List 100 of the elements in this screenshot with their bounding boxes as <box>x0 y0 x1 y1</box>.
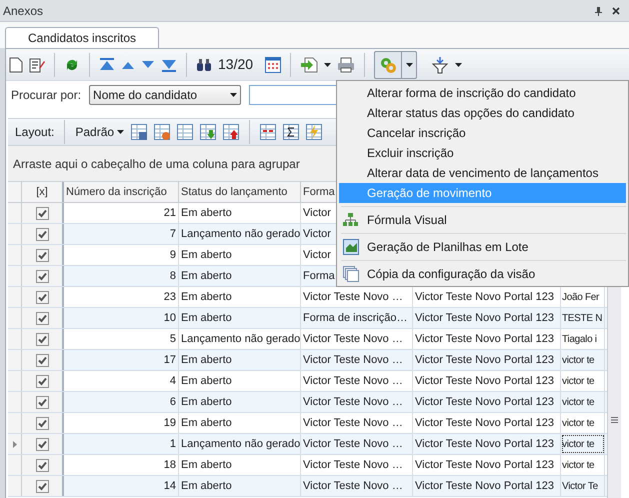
grid-layout-icon[interactable] <box>177 124 194 140</box>
table-row[interactable]: 1 Lançamento não gerado Victor Teste Novo … Victor Teste Novo Portal 123 victor te <box>8 434 607 455</box>
checkbox[interactable] <box>36 354 48 366</box>
table-cell: victor te <box>561 413 605 433</box>
table-cell: 17 <box>64 350 179 370</box>
table-cell: Victor Teste Novo … <box>301 392 413 412</box>
checkbox[interactable] <box>36 438 48 450</box>
column-header[interactable]: Status do lançamento <box>179 182 301 202</box>
lightning-icon[interactable] <box>306 124 322 140</box>
search-field-select[interactable]: Nome do candidato <box>89 85 242 105</box>
caret-icon[interactable] <box>117 130 124 134</box>
table-cell: Em aberto <box>179 266 301 286</box>
table-row[interactable]: 5 Lançamento não gerado Victor Teste Novo … Victor Teste Novo Portal 123 Tiagalo i <box>8 329 607 350</box>
table-cell: Victor Teste Novo Portal 123 <box>413 371 561 391</box>
row-indicator-cell[interactable] <box>8 476 22 496</box>
table-cell: 14 <box>64 476 179 496</box>
row-indicator-cell[interactable] <box>8 434 22 454</box>
sum-icon[interactable] <box>283 124 300 140</box>
row-indicator-cell[interactable] <box>8 392 22 412</box>
row-indicator-cell[interactable] <box>8 329 22 349</box>
new-document-icon[interactable] <box>9 56 23 72</box>
scroll-grip-icon <box>611 417 618 423</box>
checkbox[interactable] <box>36 374 48 388</box>
row-indicator-cell[interactable] <box>8 455 22 475</box>
table-cell: Victor Teste Novo Portal 123 <box>413 413 561 433</box>
checkbox[interactable] <box>36 416 48 430</box>
row-indicator-cell[interactable] <box>8 308 22 328</box>
first-record-icon[interactable] <box>99 58 115 72</box>
menu-item[interactable]: Excluir inscrição <box>339 143 626 163</box>
table-row[interactable]: 19 Em aberto Victor Teste Novo … Victor Teste Novo Portal 123 victor te <box>8 413 607 434</box>
table-cell: Victor Teste Novo … <box>301 371 413 391</box>
last-record-icon[interactable] <box>161 58 177 72</box>
previous-record-icon[interactable] <box>121 60 135 70</box>
table-cell: Lançamento não gerado <box>179 434 301 454</box>
binoculars-icon[interactable] <box>196 58 212 72</box>
column-header[interactable]: Número da inscrição <box>64 182 179 202</box>
edit-document-icon[interactable] <box>29 56 45 72</box>
table-cell: Victor Teste Novo Portal 123 <box>413 350 561 370</box>
checkbox[interactable] <box>36 206 48 220</box>
export-layout-icon[interactable] <box>223 124 240 140</box>
caret-icon[interactable] <box>455 62 462 66</box>
checkbox[interactable] <box>36 290 48 304</box>
table-cell: Victor Teste Novo … <box>301 350 413 370</box>
table-row[interactable]: 14 Em aberto Victor Teste Novo … Victor Teste Novo Portal 123 Victor Te <box>8 476 607 497</box>
checkbox[interactable] <box>36 312 48 324</box>
table-cell: victor te <box>561 392 605 412</box>
close-icon[interactable] <box>612 6 620 14</box>
table-cell: TESTE N <box>561 308 605 328</box>
caret-icon[interactable] <box>324 62 332 66</box>
grid-colors-icon[interactable] <box>265 56 282 72</box>
export-arrow-icon[interactable] <box>300 56 318 72</box>
row-indicator-cell[interactable] <box>8 224 22 244</box>
caret-icon[interactable] <box>406 62 414 66</box>
table-row[interactable]: 18 Em aberto Victor Teste Novo … Victor Teste Novo Portal 123 victor te <box>8 455 607 476</box>
table-cell: Victor Te <box>561 476 605 496</box>
table-cell: Victor Teste Novo Portal 123 <box>413 455 561 475</box>
layout-dropdown[interactable]: Padrão <box>75 123 124 141</box>
menu-item[interactable]: Cancelar inscrição <box>339 123 626 143</box>
table-cell: 10 <box>64 308 179 328</box>
gears-icon <box>379 56 398 74</box>
table-cell: Em aberto <box>179 371 301 391</box>
tab[interactable]: Candidatos inscritos <box>5 27 160 48</box>
spreadsheet-icon <box>343 239 359 255</box>
checkbox[interactable] <box>36 248 48 262</box>
row-indicator-cell[interactable] <box>8 245 22 265</box>
table-row[interactable]: 17 Em aberto Victor Teste Novo … Victor Teste Novo Portal 123 victor te <box>8 350 607 371</box>
checkbox[interactable] <box>36 270 48 282</box>
checkbox[interactable] <box>36 396 48 408</box>
checkbox[interactable] <box>36 228 48 240</box>
caret-icon[interactable] <box>230 93 238 97</box>
menu-item[interactable]: Alterar status das opções do candidato <box>339 103 626 123</box>
row-indicator-cell[interactable] <box>8 203 22 223</box>
table-cell: 5 <box>64 329 179 349</box>
menu-item[interactable]: Alterar data de vencimento de lançamentos <box>339 163 626 183</box>
colored-rows-icon[interactable] <box>260 124 276 140</box>
checkbox[interactable] <box>36 332 48 346</box>
row-indicator-cell[interactable] <box>8 287 22 307</box>
table-cell: 18 <box>64 455 179 475</box>
table-row[interactable]: 6 Em aberto Victor Teste Novo … Victor Teste Novo Portal 123 victor te <box>8 392 607 413</box>
table-cell: Em aberto <box>179 350 301 370</box>
row-indicator-cell[interactable] <box>8 350 22 370</box>
table-row[interactable]: 10 Em aberto Forma de inscrição… Victor Teste Novo Portal 123 TESTE N <box>8 308 607 329</box>
next-record-icon[interactable] <box>141 60 155 70</box>
checkbox[interactable] <box>36 458 48 472</box>
table-row[interactable]: 23 Em aberto Victor Teste Novo … Victor Teste Novo Portal 123 João Fer <box>8 287 607 308</box>
checkbox[interactable] <box>36 480 48 492</box>
table-row[interactable]: 4 Em aberto Victor Teste Novo … Victor Teste Novo Portal 123 victor te <box>8 371 607 392</box>
save-layout-icon[interactable] <box>131 124 148 140</box>
row-indicator-cell[interactable] <box>8 413 22 433</box>
filter-icon[interactable] <box>431 56 450 74</box>
row-indicator-cell[interactable] <box>8 266 22 286</box>
print-icon[interactable] <box>337 56 356 72</box>
row-indicator-cell[interactable] <box>8 371 22 391</box>
delete-layout-icon[interactable] <box>154 124 170 140</box>
menu-item[interactable]: Alterar forma de inscrição do candidato <box>339 83 626 103</box>
table-cell: Victor Teste Novo Portal 123 <box>413 434 561 454</box>
table-cell: 7 <box>64 224 179 244</box>
pin-icon[interactable] <box>594 6 603 16</box>
import-layout-icon[interactable] <box>200 124 216 140</box>
table-cell: 23 <box>64 287 179 307</box>
